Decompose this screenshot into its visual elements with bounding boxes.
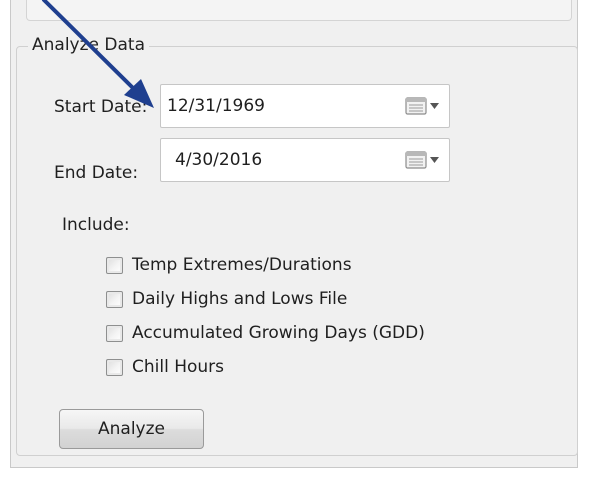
daily-highs-lows-label[interactable]: Daily Highs and Lows File: [132, 288, 347, 310]
calendar-icon: [405, 151, 427, 169]
start-date-picker[interactable]: 12/31/1969: [160, 84, 450, 128]
chevron-down-icon: [430, 103, 439, 109]
chill-hours-checkbox[interactable]: [106, 359, 123, 376]
growing-days-label[interactable]: Accumulated Growing Days (GDD): [132, 322, 425, 344]
screenshot-stage: Analyze Data Start Date: 12/31/1969 End …: [0, 0, 598, 481]
temp-extremes-label[interactable]: Temp Extremes/Durations: [132, 254, 352, 276]
end-date-picker[interactable]: 4/30/2016: [160, 138, 450, 182]
start-date-calendar-button[interactable]: [405, 95, 441, 117]
chevron-down-icon: [430, 157, 439, 163]
end-date-calendar-button[interactable]: [405, 149, 441, 171]
start-date-value[interactable]: 12/31/1969: [167, 95, 265, 117]
include-label: Include:: [62, 215, 130, 235]
temp-extremes-checkbox[interactable]: [106, 257, 123, 274]
analyze-button[interactable]: Analyze: [59, 409, 204, 449]
calendar-icon: [405, 97, 427, 115]
group-title: Analyze Data: [28, 34, 149, 56]
chill-hours-label[interactable]: Chill Hours: [132, 356, 224, 378]
end-date-value[interactable]: 4/30/2016: [175, 149, 262, 171]
end-date-label: End Date:: [54, 163, 139, 183]
growing-days-checkbox[interactable]: [106, 325, 123, 342]
start-date-label: Start Date:: [54, 97, 148, 117]
previous-group-box: [26, 0, 572, 21]
daily-highs-lows-checkbox[interactable]: [106, 291, 123, 308]
